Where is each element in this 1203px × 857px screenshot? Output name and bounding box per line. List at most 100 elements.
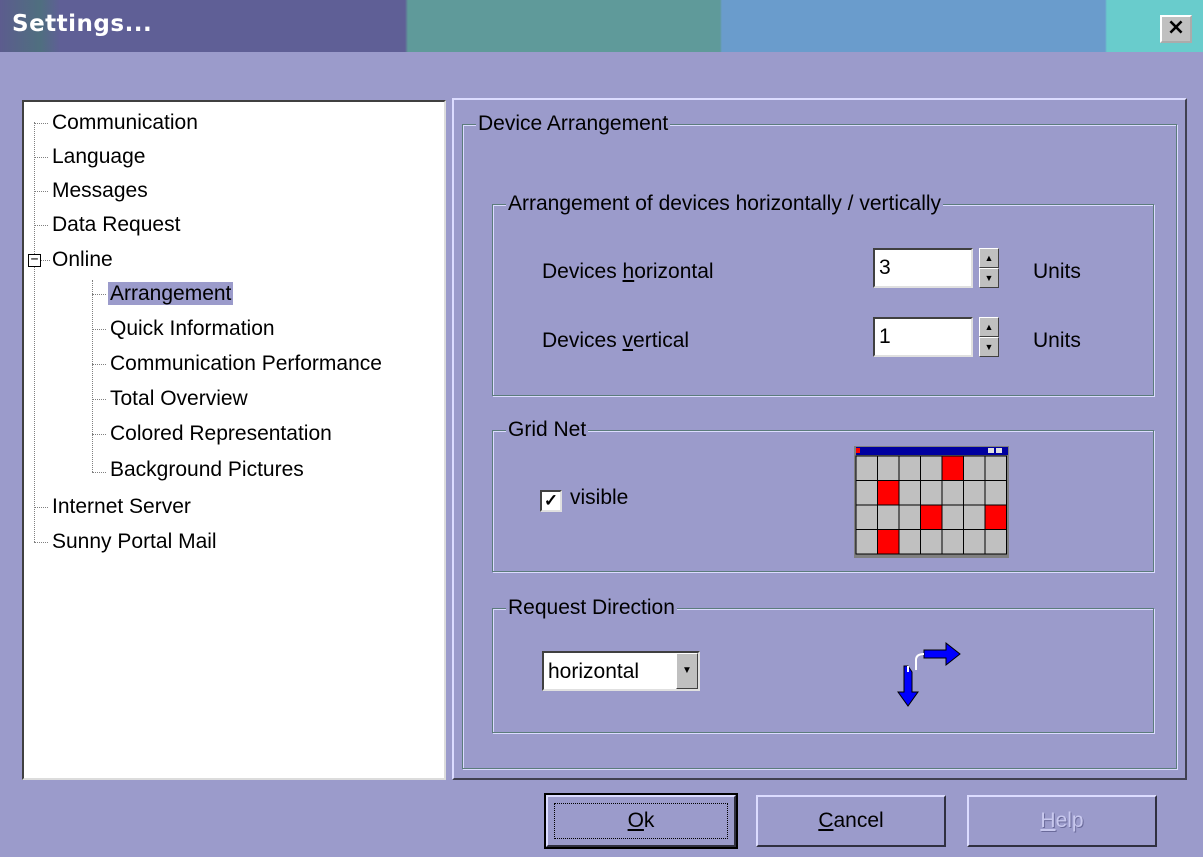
devices-horizontal-spinner[interactable]: ▲ ▼ (979, 248, 999, 288)
grid-visible-checkbox[interactable]: ✓ (540, 490, 562, 512)
preview-cell (984, 480, 1007, 506)
devices-vertical-spinner[interactable]: ▲ ▼ (979, 317, 999, 357)
label-part: Devices (542, 329, 623, 352)
direction-arrows-icon (897, 641, 961, 707)
tree-item-messages[interactable]: Messages (50, 177, 150, 205)
tree-item-data-request[interactable]: Data Request (50, 211, 182, 239)
tree-item-label: Quick Information (110, 317, 275, 340)
settings-tree[interactable]: Communication Language Messages Data Req… (22, 100, 446, 780)
button-label: ancel (833, 809, 884, 832)
tree-item-total-overview[interactable]: Total Overview (108, 385, 250, 413)
preview-titlebar (856, 447, 1008, 455)
chevron-down-icon[interactable]: ▼ (676, 653, 698, 689)
button-label: elp (1055, 809, 1084, 832)
tree-connector (34, 157, 48, 158)
tree-item-online[interactable]: Online (50, 246, 115, 274)
preview-cell (984, 529, 1007, 555)
tree-connector (34, 507, 48, 508)
tree-connector (34, 225, 48, 226)
tree-item-label: Communication (52, 111, 198, 134)
mnemonic: C (818, 809, 834, 832)
preview-cell (963, 504, 986, 530)
tree-connector (41, 260, 50, 261)
tree-item-label: Communication Performance (110, 352, 382, 375)
preview-cell (898, 529, 921, 555)
preview-cell (920, 480, 943, 506)
tree-item-label: Data Request (52, 213, 181, 236)
window-title: Settings... (12, 11, 153, 37)
preview-cell (920, 529, 943, 555)
grid-net-title: Grid Net (506, 418, 589, 442)
spin-up-icon[interactable]: ▲ (979, 317, 999, 337)
tree-item-sunny-portal-mail[interactable]: Sunny Portal Mail (50, 528, 219, 556)
focus-ring (554, 803, 728, 839)
preview-cell (963, 480, 986, 506)
tree-item-language[interactable]: Language (50, 143, 147, 171)
tree-item-background-pictures[interactable]: Background Pictures (108, 456, 306, 484)
tree-connector (92, 280, 93, 472)
tree-item-label: Messages (52, 179, 148, 202)
tree-item-internet-server[interactable]: Internet Server (50, 493, 193, 521)
close-button[interactable]: × (1160, 15, 1192, 43)
grid-visible-label[interactable]: visible (570, 486, 628, 510)
preview-cell (963, 455, 986, 481)
mnemonic: v (622, 329, 634, 352)
devices-horizontal-label: Devices horizontal (542, 260, 714, 284)
label-part: orizontal (634, 260, 714, 283)
spin-down-icon[interactable]: ▼ (979, 268, 999, 288)
spin-up-icon[interactable]: ▲ (979, 248, 999, 268)
tree-connector (92, 399, 106, 400)
tree-item-communication-performance[interactable]: Communication Performance (108, 350, 384, 378)
arrow-right-shape (923, 641, 961, 667)
label-part: Devices (542, 260, 623, 283)
tree-connector (92, 472, 106, 473)
help-button[interactable]: Help (967, 795, 1157, 847)
close-icon: × (1166, 15, 1186, 40)
preview-cell (855, 455, 878, 481)
tree-item-arrangement[interactable]: Arrangement (108, 280, 234, 308)
title-bar[interactable]: Settings... × (0, 0, 1203, 52)
preview-grid (855, 455, 1007, 555)
devices-horizontal-input[interactable]: 3 (873, 248, 973, 288)
preview-cell (855, 504, 878, 530)
preview-cell-red (920, 504, 943, 530)
tree-item-communication[interactable]: Communication (50, 109, 200, 137)
tree-item-label: Total Overview (110, 387, 248, 410)
devices-vertical-unit: Units (1033, 329, 1081, 352)
tree-item-quick-information[interactable]: Quick Information (108, 315, 277, 343)
tree-connector (92, 364, 106, 365)
preview-cell (984, 455, 1007, 481)
cancel-button[interactable]: Cancel (756, 795, 946, 847)
spin-down-icon[interactable]: ▼ (979, 337, 999, 357)
devices-vertical-input[interactable]: 1 (873, 317, 973, 357)
preview-cell (877, 455, 900, 481)
request-direction-select[interactable]: horizontal ▼ (542, 651, 700, 691)
preview-cell-red (877, 529, 900, 555)
device-arrangement-title: Device Arrangement (476, 112, 671, 136)
tree-connector (34, 123, 48, 124)
tree-item-label: Colored Representation (110, 422, 332, 445)
preview-titlebar-icon (856, 448, 860, 453)
tree-item-colored-representation[interactable]: Colored Representation (108, 420, 334, 448)
preview-cell (877, 504, 900, 530)
preview-cell (963, 529, 986, 555)
tree-connector (92, 329, 106, 330)
arrangement-group-title: Arrangement of devices horizontally / ve… (506, 192, 944, 216)
collapse-icon[interactable]: − (28, 253, 41, 267)
preview-titlebar-button (996, 448, 1002, 453)
tree-connector (92, 294, 106, 295)
preview-cell-red (941, 455, 964, 481)
label-part: ertical (633, 329, 690, 352)
preview-cell-red (984, 504, 1007, 530)
devices-vertical-label: Devices vertical (542, 329, 689, 353)
preview-cell (920, 455, 943, 481)
tree-item-label: Language (52, 145, 146, 168)
arrangement-group (492, 204, 1154, 396)
ok-button[interactable]: Ok (544, 793, 738, 849)
grid-preview-image (854, 446, 1009, 558)
devices-horizontal-unit: Units (1033, 260, 1081, 283)
tree-item-label: Arrangement (108, 282, 234, 305)
tree-connector (34, 191, 48, 192)
preview-cell (898, 455, 921, 481)
request-direction-value: horizontal (548, 660, 640, 683)
